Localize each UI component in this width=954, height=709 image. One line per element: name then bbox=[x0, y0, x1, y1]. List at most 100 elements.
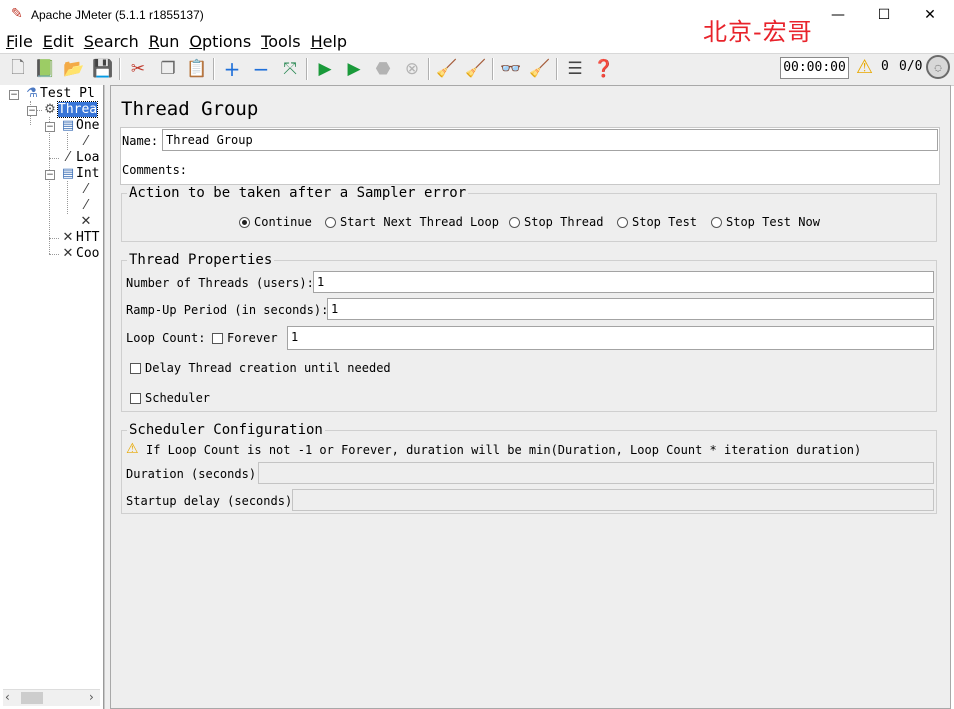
comments-field[interactable] bbox=[186, 156, 937, 182]
tree-node-config[interactable]: ✕ bbox=[78, 214, 94, 230]
radio-stop-test-now[interactable]: Stop Test Now bbox=[711, 215, 820, 229]
menu-help[interactable]: Help bbox=[305, 31, 351, 52]
function-helper-icon[interactable]: ☰ bbox=[563, 57, 587, 81]
duration-label: Duration (seconds) bbox=[126, 467, 257, 481]
menu-options[interactable]: Options bbox=[183, 31, 255, 52]
menu-tools[interactable]: Tools bbox=[255, 31, 304, 52]
open-icon[interactable]: 📂 bbox=[62, 57, 86, 81]
clear-all-icon[interactable]: 🧹 bbox=[464, 57, 488, 81]
ramp-up-label: Ramp-Up Period (in seconds): bbox=[126, 303, 329, 317]
maximize-button[interactable]: ☐ bbox=[861, 0, 907, 30]
num-threads-label: Number of Threads (users): bbox=[126, 276, 314, 290]
collapse-icon[interactable]: − bbox=[249, 57, 273, 81]
wrench-icon: ✕ bbox=[80, 214, 92, 229]
reset-search-icon[interactable]: 🧹 bbox=[528, 57, 552, 81]
warning-icon[interactable]: ⚠ bbox=[856, 56, 873, 78]
tree-node-loop[interactable]: ⁄ Loa bbox=[60, 150, 100, 166]
save-icon[interactable]: 💾 bbox=[91, 57, 115, 81]
forever-checkbox[interactable]: Forever bbox=[212, 331, 278, 345]
test-plan-icon: ⚗ bbox=[26, 86, 38, 101]
checkbox-box bbox=[130, 362, 141, 374]
num-threads-field[interactable]: 1 bbox=[313, 271, 934, 293]
ramp-up-field[interactable]: 1 bbox=[327, 298, 934, 320]
collapse-toggle[interactable]: − bbox=[45, 122, 55, 132]
clear-icon[interactable]: 🧹 bbox=[435, 57, 459, 81]
name-label: Name: bbox=[122, 134, 159, 148]
tree-node-http-defaults[interactable]: ✕ HTT bbox=[60, 230, 100, 246]
startup-delay-field bbox=[292, 489, 934, 511]
controller-icon: ▤ bbox=[61, 166, 75, 181]
toggle-icon[interactable]: ⤧ bbox=[278, 57, 302, 81]
checkbox-box bbox=[130, 392, 141, 404]
warning-count: 0 bbox=[881, 59, 889, 74]
templates-icon[interactable]: 📗 bbox=[33, 57, 57, 81]
gear-icon: ⚙ bbox=[44, 102, 56, 117]
warning-icon: ⚠ bbox=[126, 441, 139, 457]
start-no-pause-icon[interactable]: ▶ bbox=[342, 57, 366, 81]
tree-node-test-plan[interactable]: ⚗ Test Pl bbox=[24, 86, 95, 102]
thread-properties-title: Thread Properties bbox=[127, 252, 275, 268]
scroll-thumb[interactable] bbox=[21, 692, 43, 704]
scheduler-checkbox[interactable]: Scheduler bbox=[130, 391, 210, 405]
close-button[interactable]: ✕ bbox=[907, 0, 953, 30]
menu-search[interactable]: Search bbox=[78, 31, 143, 52]
stop-icon[interactable]: ⬣ bbox=[371, 57, 395, 81]
tree-node-sampler[interactable]: ⁄ bbox=[78, 182, 94, 198]
scheduler-warning-text: If Loop Count is not -1 or Forever, dura… bbox=[146, 443, 862, 457]
wrench-icon: ✕ bbox=[62, 246, 74, 261]
jmeter-feather-icon: ✎ bbox=[11, 6, 23, 22]
sampler-error-title: Action to be taken after a Sampler error bbox=[127, 185, 469, 201]
collapse-toggle[interactable]: − bbox=[45, 170, 55, 180]
delay-thread-checkbox[interactable]: Delay Thread creation until needed bbox=[130, 361, 391, 375]
controller-icon: ▤ bbox=[61, 118, 75, 133]
window-title: Apache JMeter (5.1.1 r1855137) bbox=[31, 8, 204, 22]
expand-icon[interactable]: + bbox=[220, 57, 244, 81]
checkbox-box bbox=[212, 332, 223, 344]
collapse-toggle[interactable]: − bbox=[9, 90, 19, 100]
radio-continue[interactable]: Continue bbox=[239, 215, 312, 229]
duration-field bbox=[258, 462, 934, 484]
radio-dot bbox=[617, 216, 628, 228]
start-icon[interactable]: ▶ bbox=[313, 57, 337, 81]
help-icon[interactable]: ❓ bbox=[592, 57, 616, 81]
wrench-icon: ✕ bbox=[62, 230, 74, 245]
scheduler-config-title: Scheduler Configuration bbox=[127, 422, 325, 438]
menu-edit[interactable]: Edit bbox=[37, 31, 78, 52]
pipette-icon: ⁄ bbox=[84, 182, 88, 197]
radio-dot bbox=[325, 216, 336, 228]
elapsed-timer: 00:00:00 bbox=[780, 57, 849, 79]
tree-node-sampler[interactable]: ⁄ bbox=[78, 198, 94, 214]
radio-dot bbox=[711, 216, 722, 228]
collapse-toggle[interactable]: − bbox=[27, 106, 37, 116]
menu-file[interactable]: File bbox=[0, 31, 37, 52]
search-icon[interactable]: 👓 bbox=[499, 57, 523, 81]
scroll-left-icon[interactable]: ‹ bbox=[5, 690, 10, 704]
tree-node-sampler[interactable]: ⁄ bbox=[78, 134, 94, 150]
cut-icon[interactable]: ✂ bbox=[126, 57, 150, 81]
tree-node-thread-group[interactable]: ⚙ Threa bbox=[42, 101, 99, 118]
status-indicator-icon: ◌ bbox=[926, 55, 950, 79]
radio-dot bbox=[239, 216, 250, 228]
copy-icon[interactable]: ❐ bbox=[156, 57, 180, 81]
menu-bar: File Edit Search Run Options Tools Help bbox=[0, 31, 954, 52]
pipette-icon: ⁄ bbox=[66, 150, 70, 165]
shutdown-icon[interactable]: ⊗ bbox=[400, 57, 424, 81]
radio-stop-test[interactable]: Stop Test bbox=[617, 215, 697, 229]
name-field[interactable]: Thread Group bbox=[162, 129, 938, 151]
new-icon[interactable]: 🗋 bbox=[6, 57, 30, 81]
paste-icon[interactable]: 📋 bbox=[185, 57, 209, 81]
pipette-icon: ⁄ bbox=[84, 198, 88, 213]
tree-node-cookie-manager[interactable]: ✕ Coo bbox=[60, 246, 100, 262]
minimize-button[interactable]: — bbox=[815, 0, 861, 30]
test-plan-tree: − ⚗ Test Pl − ⚙ Threa − ▤ One ⁄ ⁄ Loa − ▤ Int… bbox=[0, 85, 104, 709]
tree-node-interleave[interactable]: ▤ Int bbox=[60, 166, 100, 182]
radio-start-next-thread-loop[interactable]: Start Next Thread Loop bbox=[325, 215, 499, 229]
menu-run[interactable]: Run bbox=[143, 31, 184, 52]
tree-node-once-only[interactable]: ▤ One bbox=[60, 118, 100, 134]
loop-count-field[interactable]: 1 bbox=[287, 326, 934, 350]
tree-horizontal-scrollbar[interactable]: ‹ › bbox=[3, 689, 100, 706]
startup-delay-label: Startup delay (seconds) bbox=[126, 494, 293, 508]
radio-stop-thread[interactable]: Stop Thread bbox=[509, 215, 603, 229]
radio-dot bbox=[509, 216, 520, 228]
scroll-right-icon[interactable]: › bbox=[89, 690, 94, 704]
